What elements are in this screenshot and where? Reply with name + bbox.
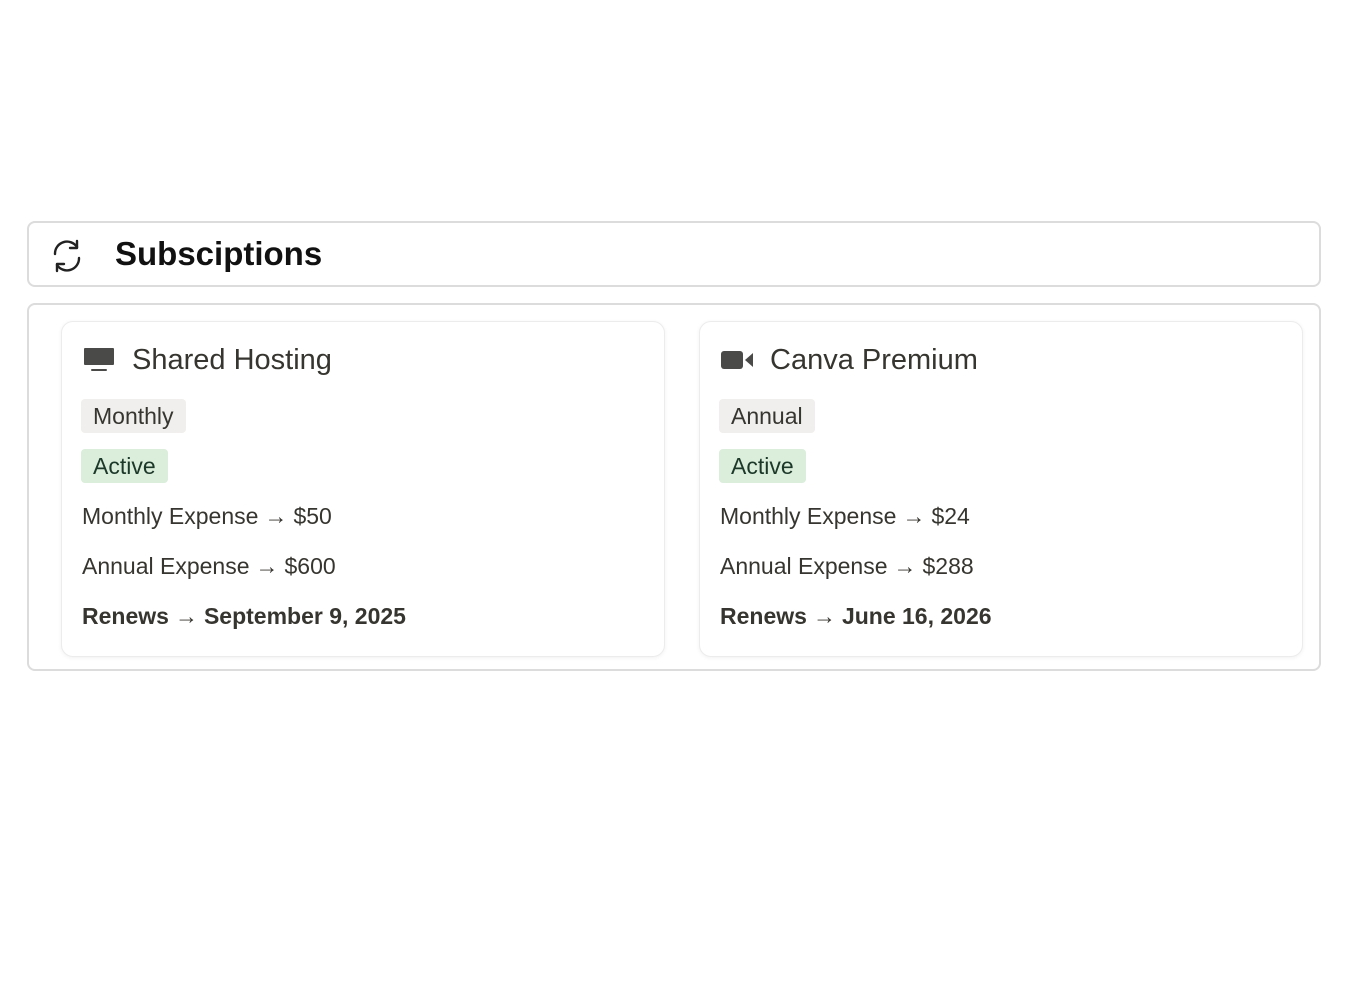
arrow-icon: → bbox=[255, 553, 279, 579]
subscription-card[interactable]: Canva Premium Annual Active Monthly Expe… bbox=[699, 321, 1303, 657]
annual-expense-value: $288 bbox=[922, 553, 974, 579]
arrow-icon: → bbox=[174, 603, 198, 629]
annual-expense-label: Annual Expense bbox=[82, 553, 250, 579]
card-title: Shared Hosting bbox=[132, 343, 332, 376]
billing-cycle-tag: Annual bbox=[719, 399, 815, 433]
monthly-expense-label: Monthly Expense bbox=[720, 503, 897, 529]
video-camera-icon bbox=[720, 345, 754, 375]
monthly-expense-label: Monthly Expense bbox=[82, 503, 259, 529]
arrow-icon: → bbox=[264, 503, 288, 529]
subscriptions-header: Subsciptions bbox=[27, 221, 1321, 287]
page-title: Subsciptions bbox=[115, 235, 323, 272]
arrow-icon: → bbox=[812, 603, 836, 629]
renewal-date: Renews → September 9, 2025 bbox=[82, 603, 406, 630]
subscriptions-gallery: Shared Hosting Monthly Active Monthly Ex… bbox=[27, 303, 1321, 671]
monitor-icon bbox=[82, 345, 116, 375]
refresh-icon bbox=[49, 238, 85, 274]
monthly-expense-value: $50 bbox=[293, 503, 332, 529]
status-badge: Active bbox=[81, 449, 168, 483]
renewal-date: Renews → June 16, 2026 bbox=[720, 603, 992, 630]
renews-label: Renews bbox=[82, 603, 169, 629]
status-badge: Active bbox=[719, 449, 806, 483]
renews-value: September 9, 2025 bbox=[203, 603, 406, 629]
billing-cycle-tag: Monthly bbox=[81, 399, 186, 433]
card-title: Canva Premium bbox=[770, 343, 978, 376]
monthly-expense: Monthly Expense → $24 bbox=[720, 503, 970, 530]
arrow-icon: → bbox=[893, 553, 917, 579]
monthly-expense: Monthly Expense → $50 bbox=[82, 503, 332, 530]
renews-value: June 16, 2026 bbox=[841, 603, 992, 629]
annual-expense: Annual Expense → $288 bbox=[720, 553, 974, 580]
subscription-card[interactable]: Shared Hosting Monthly Active Monthly Ex… bbox=[61, 321, 665, 657]
card-title-row: Canva Premium bbox=[720, 342, 978, 378]
card-title-row: Shared Hosting bbox=[82, 342, 332, 378]
annual-expense: Annual Expense → $600 bbox=[82, 553, 336, 580]
monthly-expense-value: $24 bbox=[931, 503, 970, 529]
renews-label: Renews bbox=[720, 603, 807, 629]
arrow-icon: → bbox=[902, 503, 926, 529]
annual-expense-label: Annual Expense bbox=[720, 553, 888, 579]
annual-expense-value: $600 bbox=[284, 553, 336, 579]
